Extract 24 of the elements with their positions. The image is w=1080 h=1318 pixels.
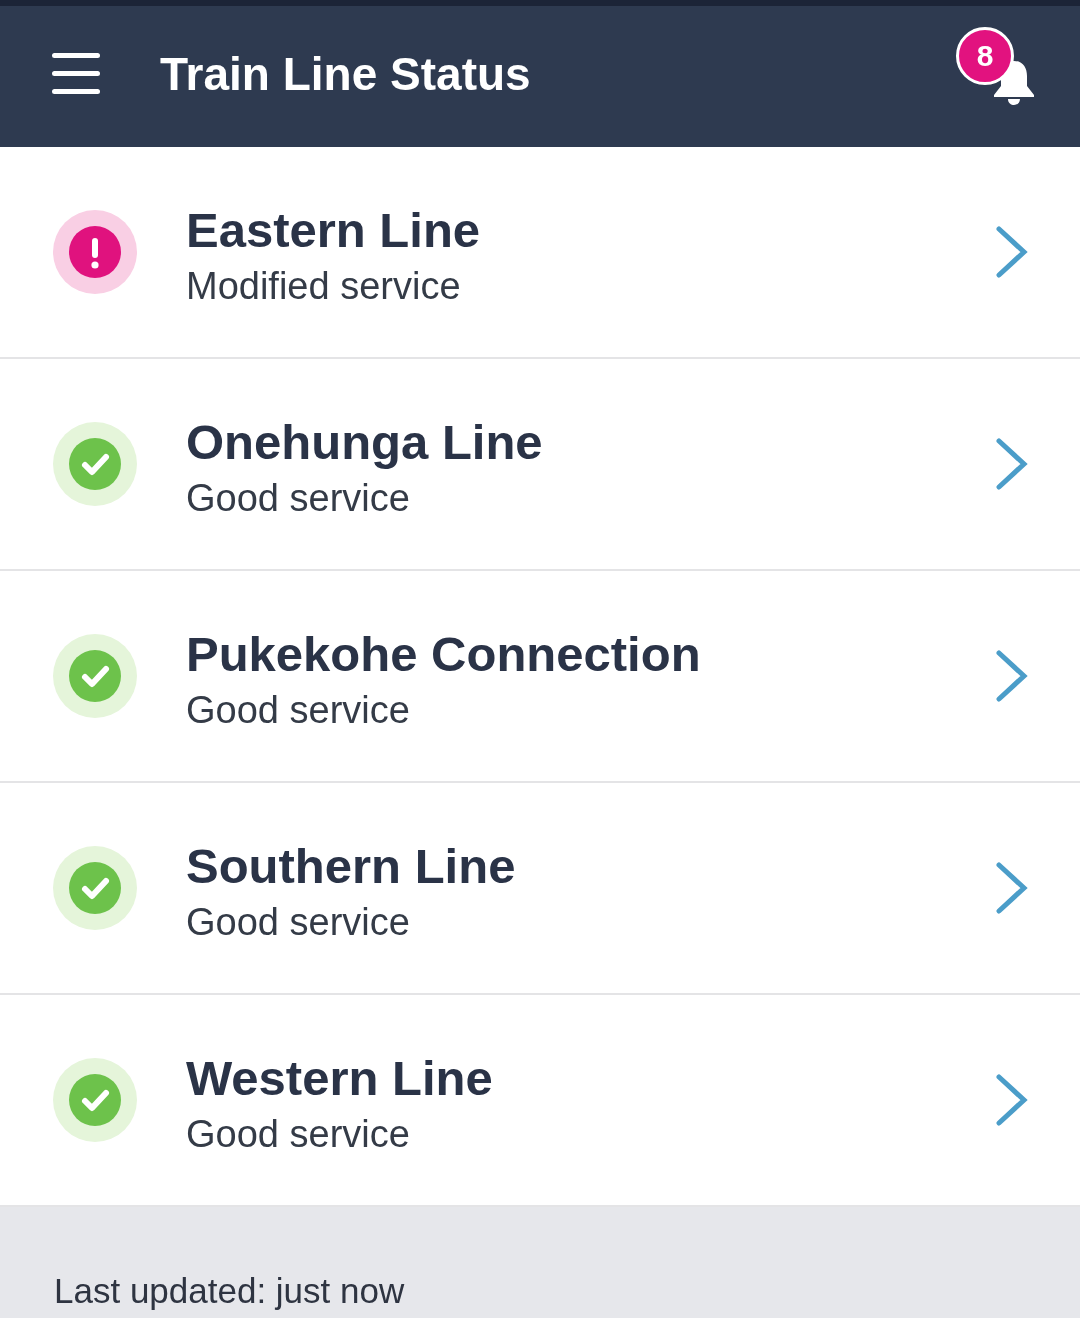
service-status: Modified service <box>186 264 461 309</box>
line-name: Eastern Line <box>186 202 481 258</box>
checkmark-icon <box>53 634 137 718</box>
service-status: Good service <box>186 900 410 945</box>
checkmark-icon <box>53 1058 137 1142</box>
chevron-right-icon <box>996 862 1028 914</box>
last-updated-text: Last updated: just now <box>54 1271 405 1310</box>
chevron-right-icon <box>996 226 1028 278</box>
line-name: Southern Line <box>186 838 516 894</box>
notification-count: 8 <box>956 26 1014 85</box>
chevron-right-icon <box>996 650 1028 702</box>
line-name: Western Line <box>186 1050 493 1106</box>
line-name: Pukekohe Connection <box>186 626 701 682</box>
menu-icon[interactable] <box>52 52 100 95</box>
chevron-right-icon <box>996 1074 1028 1126</box>
exclamation-icon <box>53 210 137 294</box>
checkmark-icon <box>53 846 137 930</box>
service-status: Good service <box>186 476 410 521</box>
app-title: Train Line Status <box>160 46 531 101</box>
chevron-right-icon <box>996 438 1028 490</box>
service-status: Good service <box>186 1112 410 1157</box>
checkmark-icon <box>53 422 137 506</box>
service-status: Good service <box>186 688 410 733</box>
line-name: Onehunga Line <box>186 414 543 470</box>
